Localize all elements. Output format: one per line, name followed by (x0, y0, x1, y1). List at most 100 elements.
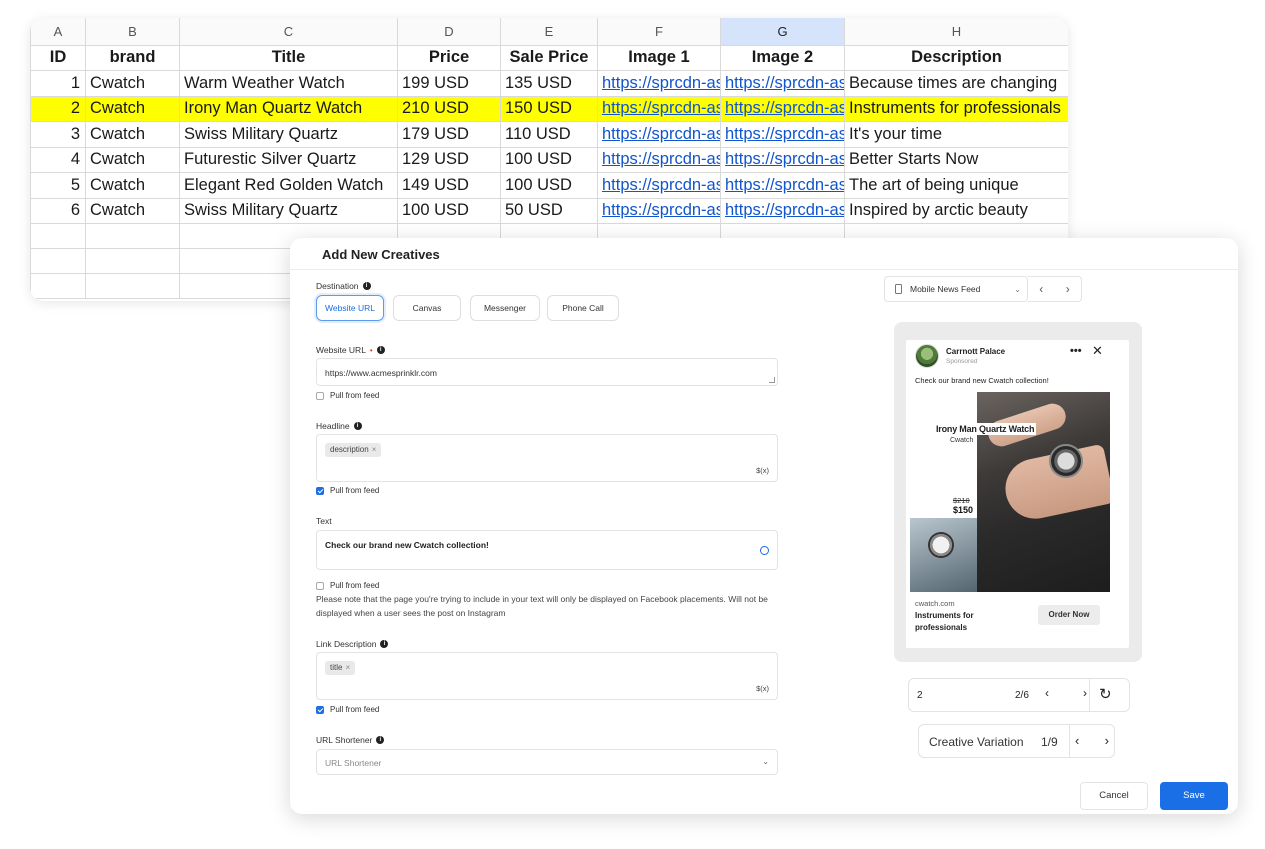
order-now-button[interactable]: Order Now (1038, 605, 1100, 625)
table-cell[interactable]: The art of being unique (844, 172, 1068, 199)
remove-chip-icon[interactable]: × (372, 445, 377, 454)
id-cell[interactable]: 2 (30, 95, 86, 122)
chevron-left-icon[interactable]: ‹ (1045, 686, 1049, 700)
table-cell[interactable]: Cwatch (85, 121, 180, 148)
table-cell[interactable]: 100 USD (397, 197, 501, 224)
image-link-cell[interactable]: https://sprcdn-as (597, 121, 721, 148)
column-letter[interactable]: B (85, 18, 180, 46)
empty-cell[interactable] (30, 248, 86, 274)
image-link-cell[interactable]: https://sprcdn-as (597, 95, 721, 122)
header-cell[interactable]: Description (844, 44, 1068, 71)
table-cell[interactable]: Cwatch (85, 95, 180, 122)
table-cell[interactable]: Futurestic Silver Quartz (179, 146, 398, 173)
image-link-cell[interactable]: https://sprcdn-as (597, 172, 721, 199)
header-cell[interactable]: brand (85, 44, 180, 71)
image-link-cell[interactable]: https://sprcdn-as (720, 172, 845, 199)
table-cell[interactable]: 110 USD (500, 121, 598, 148)
resize-handle[interactable] (769, 377, 775, 383)
empty-cell[interactable] (85, 223, 180, 249)
cancel-button[interactable]: Cancel (1080, 782, 1148, 810)
header-cell[interactable]: ID (30, 44, 86, 71)
image-link-cell[interactable]: https://sprcdn-as (720, 70, 845, 97)
table-cell[interactable]: 149 USD (397, 172, 501, 199)
table-cell[interactable]: Better Starts Now (844, 146, 1068, 173)
info-icon[interactable]: i (376, 346, 385, 354)
header-cell[interactable]: Price (397, 44, 501, 71)
table-cell[interactable]: 100 USD (500, 172, 598, 199)
checkbox-checked-icon[interactable] (316, 486, 324, 495)
table-cell[interactable]: Elegant Red Golden Watch (179, 172, 398, 199)
table-cell[interactable]: Instruments for professionals (844, 95, 1068, 122)
variable-insert-button[interactable]: $(x) (756, 466, 769, 475)
headline-pull-checkbox[interactable]: Pull from feed (316, 486, 379, 495)
chevron-left-icon[interactable]: ‹ (1039, 282, 1043, 296)
table-cell[interactable]: 179 USD (397, 121, 501, 148)
close-icon[interactable]: ✕ (1092, 343, 1103, 359)
column-letter[interactable]: C (179, 18, 398, 46)
image-link-cell[interactable]: https://sprcdn-as (597, 70, 721, 97)
empty-cell[interactable] (30, 273, 86, 299)
column-letter[interactable]: H (844, 18, 1068, 46)
column-letter[interactable]: E (500, 18, 598, 46)
table-cell[interactable]: 210 USD (397, 95, 501, 122)
column-letter[interactable]: D (397, 18, 501, 46)
table-cell[interactable]: 100 USD (500, 146, 598, 173)
table-cell[interactable]: Swiss Military Quartz (179, 121, 398, 148)
table-cell[interactable]: Cwatch (85, 172, 180, 199)
destination-website-url[interactable]: Website URL (316, 295, 384, 321)
image-link-cell[interactable]: https://sprcdn-as (720, 95, 845, 122)
table-cell[interactable]: Warm Weather Watch (179, 70, 398, 97)
link-description-token-chip[interactable]: title × (325, 661, 356, 675)
table-cell[interactable]: Because times are changing (844, 70, 1068, 97)
id-cell[interactable]: 1 (30, 70, 86, 97)
header-cell[interactable]: Image 2 (720, 44, 845, 71)
info-icon[interactable]: i (353, 422, 362, 430)
chevron-right-icon[interactable]: › (1066, 282, 1070, 296)
table-cell[interactable]: 150 USD (500, 95, 598, 122)
table-cell[interactable]: 199 USD (397, 70, 501, 97)
column-letter[interactable]: F (597, 18, 721, 46)
image-link-cell[interactable]: https://sprcdn-as (720, 121, 845, 148)
header-cell[interactable]: Title (179, 44, 398, 71)
table-cell[interactable]: Cwatch (85, 70, 180, 97)
url-shortener-select[interactable]: URL Shortener ⌄ (316, 749, 778, 775)
remove-chip-icon[interactable]: × (345, 663, 350, 672)
checkbox-icon[interactable] (316, 391, 324, 400)
refresh-icon[interactable]: ↻ (1099, 685, 1112, 703)
placement-select[interactable]: Mobile News Feed ⌄ (884, 276, 1028, 302)
column-letter[interactable]: A (30, 18, 86, 46)
checkbox-checked-icon[interactable] (316, 705, 324, 714)
chevron-left-icon[interactable]: ‹ (1075, 733, 1079, 748)
info-icon[interactable]: i (380, 640, 389, 648)
destination-messenger[interactable]: Messenger (470, 295, 540, 321)
table-cell[interactable]: Swiss Military Quartz (179, 197, 398, 224)
text-pull-checkbox[interactable]: Pull from feed (316, 581, 379, 590)
image-link-cell[interactable]: https://sprcdn-as (720, 197, 845, 224)
row-input[interactable]: 2 (917, 690, 923, 701)
table-cell[interactable]: 129 USD (397, 146, 501, 173)
header-cell[interactable]: Image 1 (597, 44, 721, 71)
headline-token-chip[interactable]: description × (325, 443, 382, 457)
website-url-pull-checkbox[interactable]: Pull from feed (316, 391, 379, 400)
destination-phone-call[interactable]: Phone Call (547, 295, 619, 321)
chevron-right-icon[interactable]: › (1105, 733, 1109, 748)
image-link-cell[interactable]: https://sprcdn-as (597, 146, 721, 173)
table-cell[interactable]: 135 USD (500, 70, 598, 97)
table-cell[interactable]: Inspired by arctic beauty (844, 197, 1068, 224)
id-cell[interactable]: 5 (30, 172, 86, 199)
table-cell[interactable]: It's your time (844, 121, 1068, 148)
destination-canvas[interactable]: Canvas (393, 295, 461, 321)
empty-cell[interactable] (85, 248, 180, 274)
save-button[interactable]: Save (1160, 782, 1228, 810)
info-icon[interactable]: i (376, 736, 385, 744)
table-cell[interactable]: Irony Man Quartz Watch (179, 95, 398, 122)
empty-cell[interactable] (85, 273, 180, 299)
empty-cell[interactable] (30, 223, 86, 249)
checkbox-icon[interactable] (316, 581, 324, 590)
more-options-icon[interactable]: ••• (1070, 345, 1082, 357)
column-letter-selected[interactable]: G (720, 18, 845, 46)
image-link-cell[interactable]: https://sprcdn-as (720, 146, 845, 173)
variable-insert-button[interactable]: $(x) (756, 684, 769, 693)
link-description-pull-checkbox[interactable]: Pull from feed (316, 705, 379, 714)
info-icon[interactable]: i (362, 282, 371, 290)
